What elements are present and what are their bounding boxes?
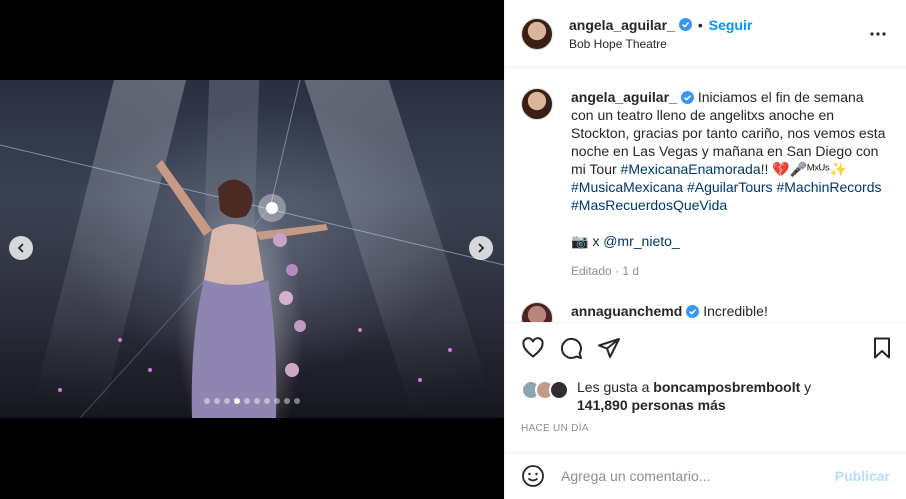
author-username[interactable]: angela_aguilar_ — [569, 17, 675, 33]
next-slide-button[interactable] — [469, 236, 493, 260]
author-avatar[interactable] — [521, 17, 553, 50]
carousel-dot — [254, 398, 260, 404]
previous-slide-button[interactable] — [9, 236, 33, 260]
post-photo[interactable] — [0, 80, 504, 418]
chevron-right-icon — [478, 243, 485, 253]
commenter-avatar[interactable] — [521, 302, 553, 322]
caption-username[interactable]: angela_aguilar_ — [571, 89, 677, 105]
likes-prefix: Les gusta a — [577, 379, 654, 395]
more-horizontal-icon — [870, 31, 886, 36]
verified-badge-icon — [680, 91, 694, 104]
caption-author-avatar[interactable] — [521, 88, 553, 120]
carousel-dot — [274, 398, 280, 404]
follow-button[interactable]: Seguir — [709, 17, 753, 33]
share-icon[interactable] — [597, 336, 621, 360]
post-side-panel: angela_aguilar_ • Seguir Bob Hope Theatr… — [504, 0, 906, 499]
caption-text: !! 💔🎤ᴹˣᵁˢ✨ — [760, 161, 848, 177]
post-actions — [521, 336, 894, 360]
likes-count-link[interactable]: 141,890 personas más — [577, 397, 726, 413]
emoji-icon[interactable] — [521, 464, 545, 488]
comments-section: angela_aguilar_ Iniciamos el fin de seman… — [505, 68, 906, 323]
post-header: angela_aguilar_ • Seguir Bob Hope Theatr… — [505, 0, 906, 68]
likes-summary: Les gusta a boncamposbremboolt y 141,890… — [521, 378, 890, 414]
verified-badge-icon — [678, 18, 692, 31]
hashtag-link[interactable]: #MusicaMexicana — [571, 179, 683, 195]
heart-icon[interactable] — [521, 336, 545, 360]
carousel-indicator — [0, 398, 504, 404]
header-separator: • — [697, 16, 703, 33]
carousel-dot — [294, 398, 300, 404]
more-options-button[interactable] — [866, 22, 890, 46]
bookmark-icon[interactable] — [870, 336, 894, 360]
hashtag-link[interactable]: #MachinRecords — [776, 179, 881, 195]
caption-meta: Editado · 1 d — [571, 264, 640, 278]
post-location[interactable]: Bob Hope Theatre — [569, 37, 866, 51]
carousel-dot — [214, 398, 220, 404]
photo-credit-prefix: 📷 x — [571, 233, 604, 249]
comment-icon[interactable] — [559, 336, 583, 360]
post-media — [0, 0, 504, 499]
comment-input[interactable]: Agrega un comentario... — [561, 468, 835, 484]
chevron-left-icon — [17, 243, 24, 253]
commenter-username[interactable]: annaguanchemd — [571, 303, 682, 319]
hashtag-link[interactable]: #AguilarTours — [687, 179, 773, 195]
publish-button[interactable]: Publicar — [835, 468, 890, 484]
hashtag-link[interactable]: #MexicanaEnamorada — [621, 161, 761, 177]
carousel-dot — [234, 398, 240, 404]
verified-badge-icon — [686, 305, 700, 318]
add-comment-bar: Agrega un comentario... Publicar — [505, 452, 906, 499]
post-caption: angela_aguilar_ Iniciamos el fin de seman… — [521, 88, 890, 280]
post-modal: angela_aguilar_ • Seguir Bob Hope Theatr… — [0, 0, 906, 499]
credit-mention-link[interactable]: @mr_nieto_ — [603, 233, 679, 249]
carousel-dot — [264, 398, 270, 404]
carousel-dot — [204, 398, 210, 404]
stage-light-rays — [0, 80, 504, 418]
hashtag-link[interactable]: #MasRecuerdosQueVida — [571, 197, 727, 213]
comment-item: annaguanchemd Incredible! — [521, 302, 890, 322]
liker-avatars[interactable] — [521, 380, 569, 400]
liker-username[interactable]: boncamposbremboolt — [653, 379, 800, 395]
carousel-dot — [224, 398, 230, 404]
comment-text: Incredible! — [703, 303, 768, 319]
post-timestamp[interactable]: HACE UN DÍA — [521, 423, 589, 434]
carousel-dot — [244, 398, 250, 404]
carousel-dot — [284, 398, 290, 404]
likes-suffix: y — [800, 379, 812, 395]
